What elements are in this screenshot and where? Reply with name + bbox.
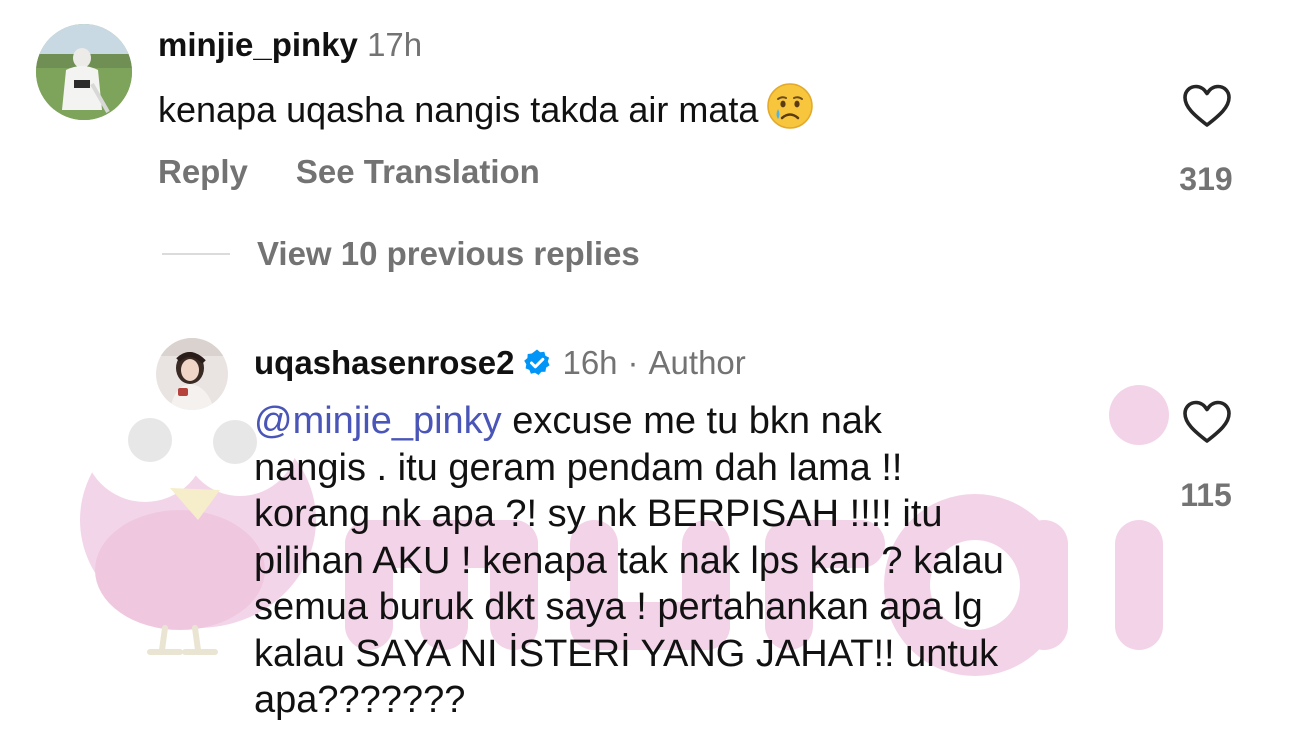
replies-divider — [162, 253, 230, 255]
comment-text: @minjie_pinky excuse me tu bkn nak nangi… — [254, 398, 1154, 724]
avatar[interactable] — [156, 338, 228, 410]
comments-screen: minjie_pinky 17h kenapa uqasha nangis ta… — [0, 0, 1290, 750]
comment-username[interactable]: uqashasenrose2 — [254, 343, 514, 383]
comment-username[interactable]: minjie_pinky — [158, 26, 358, 63]
avatar[interactable] — [36, 24, 132, 120]
reply-button[interactable]: Reply — [158, 153, 248, 190]
comment-line: korang nk apa ?! sy nk BERPISAH !!!! itu — [254, 493, 943, 535]
crying-face-icon — [766, 82, 814, 141]
comment-line: semua buruk dkt saya ! pertahankan apa l… — [254, 586, 983, 628]
comment-line: kalau SAYA NI İSTERİ YANG JAHAT!! untuk — [254, 632, 999, 675]
meta-separator: · — [627, 344, 639, 381]
like-count: 319 — [1179, 161, 1233, 197]
view-previous-replies-button[interactable]: View 10 previous replies — [257, 234, 640, 274]
like-count: 115 — [1180, 477, 1232, 513]
comment-line: pilihan AKU ! kenapa tak nak lps kan ? k… — [254, 539, 1004, 582]
author-label: Author — [648, 344, 746, 381]
comment-time: 17h — [367, 26, 423, 63]
comment-line-text: excuse me tu bkn nak — [501, 400, 882, 442]
comment-body: kenapa uqasha nangis takda air mata — [158, 89, 759, 130]
heart-icon[interactable] — [1182, 400, 1232, 444]
comment-text: kenapa uqasha nangis takda air mata — [158, 82, 814, 141]
comment-time: 16h — [562, 344, 618, 381]
comment-header: uqashasenrose2 16h · Author — [254, 343, 746, 383]
heart-icon[interactable] — [1182, 84, 1232, 128]
comment-header: minjie_pinky 17h — [158, 25, 422, 65]
comment-line: apa??????? — [254, 679, 466, 721]
comment-line: nangis . itu geram pendam dah lama !! — [254, 446, 903, 489]
comment-line: @minjie_pinky excuse me tu bkn nak — [254, 398, 1154, 445]
mention-link[interactable]: @minjie_pinky — [254, 400, 502, 442]
see-translation-button[interactable]: See Translation — [296, 153, 540, 190]
verified-badge-icon — [522, 348, 552, 378]
comment-actions: Reply See Translation — [158, 152, 540, 192]
